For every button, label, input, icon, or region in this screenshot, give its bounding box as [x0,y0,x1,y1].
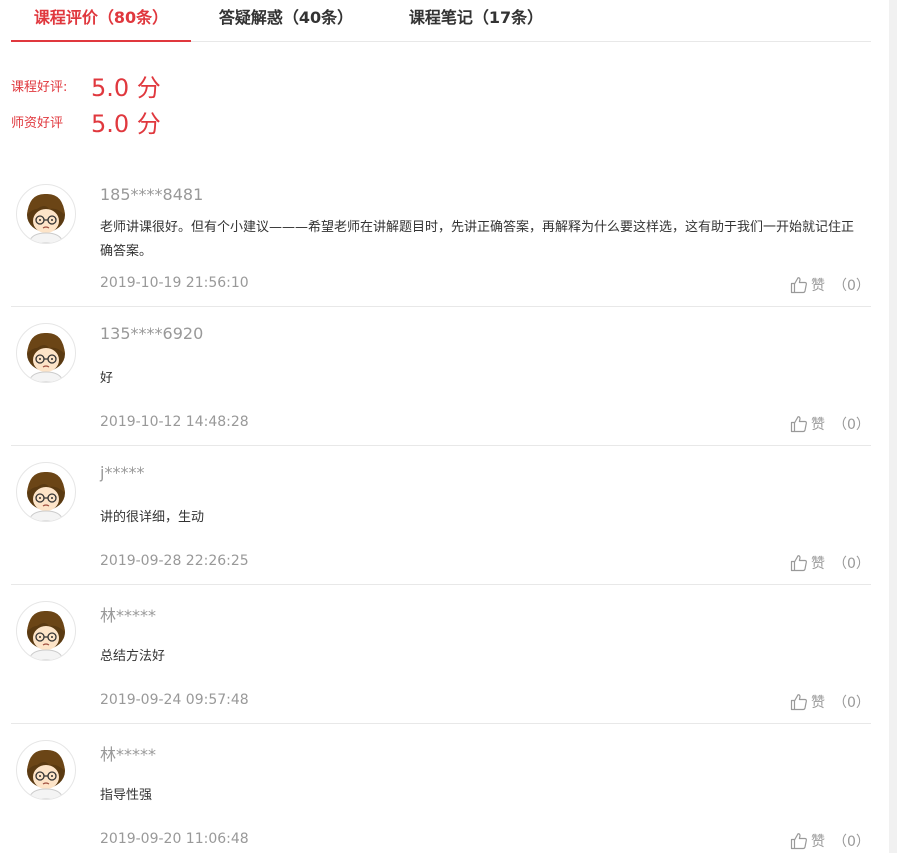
like-label: 赞 [811,695,825,711]
teacher-rating-label: 师资好评 [11,116,64,131]
like-button[interactable]: 赞 （0） [790,553,870,573]
review-date: 2019-09-20 11:06:48 [100,831,249,847]
tab-bar: 课程评价（80条） 答疑解惑（40条） 课程笔记（17条） [11,0,871,42]
scrollbar-track[interactable] [889,0,897,853]
review-item: 林***** 总结方法好 2019-09-24 09:57:48 赞 （0） [11,584,871,724]
review-date: 2019-10-19 21:56:10 [100,275,249,291]
review-text: 讲的很详细，生动 [100,510,205,525]
like-count: （0） [833,278,870,294]
avatar-cartoon-icon [27,193,65,243]
review-username: 185****8481 [100,185,204,204]
avatar-cartoon-icon [27,332,65,382]
review-username: j***** [100,463,145,482]
review-text: 总结方法好 [100,649,166,664]
like-button[interactable]: 赞 （0） [790,414,870,434]
like-label: 赞 [811,417,825,433]
review-text: 好 [100,371,114,386]
thumbs-up-icon [790,833,807,850]
review-text: 指导性强 [100,788,153,803]
review-item: 185****8481 老师讲课很好。但有个小建议———希望老师在讲解题目时，先… [11,167,871,307]
review-date: 2019-09-24 09:57:48 [100,692,249,708]
review-item: 135****6920 好 2019-10-12 14:48:28 赞 （0） [11,306,871,446]
like-count: （0） [833,417,870,433]
like-button[interactable]: 赞 （0） [790,275,870,295]
review-username: 135****6920 [100,324,204,343]
thumbs-up-icon [790,694,807,711]
teacher-rating-value: 5.0 分 [91,110,161,138]
review-text: 老师讲课很好。但有个小建议———希望老师在讲解题目时，先讲正确答案，再解释为什么… [100,220,855,259]
review-username: 林***** [100,745,157,764]
avatar [16,184,76,244]
avatar-cartoon-icon [27,471,65,521]
review-item: 林***** 指导性强 2019-09-20 11:06:48 赞 （0） [11,723,871,853]
course-rating-label: 课程好评: [11,80,68,95]
like-label: 赞 [811,556,825,572]
like-button[interactable]: 赞 （0） [790,831,870,851]
like-count: （0） [833,695,870,711]
review-item: j***** 讲的很详细，生动 2019-09-28 22:26:25 赞 （0… [11,445,871,585]
like-count: （0） [833,834,870,850]
tab-qa[interactable]: 答疑解惑（40条） [206,0,366,40]
avatar [16,740,76,800]
review-username: 林***** [100,606,157,625]
tab-course-notes[interactable]: 课程笔记（17条） [396,0,556,40]
avatar-cartoon-icon [27,610,65,660]
thumbs-up-icon [790,416,807,433]
like-label: 赞 [811,834,825,850]
avatar [16,323,76,383]
like-button[interactable]: 赞 （0） [790,692,870,712]
avatar [16,601,76,661]
like-label: 赞 [811,278,825,294]
review-date: 2019-10-12 14:48:28 [100,414,249,430]
thumbs-up-icon [790,277,807,294]
avatar [16,462,76,522]
avatar-cartoon-icon [27,749,65,799]
thumbs-up-icon [790,555,807,572]
like-count: （0） [833,556,870,572]
review-date: 2019-09-28 22:26:25 [100,553,249,569]
course-rating-value: 5.0 分 [91,74,161,102]
tab-course-reviews[interactable]: 课程评价（80条） [11,0,191,42]
